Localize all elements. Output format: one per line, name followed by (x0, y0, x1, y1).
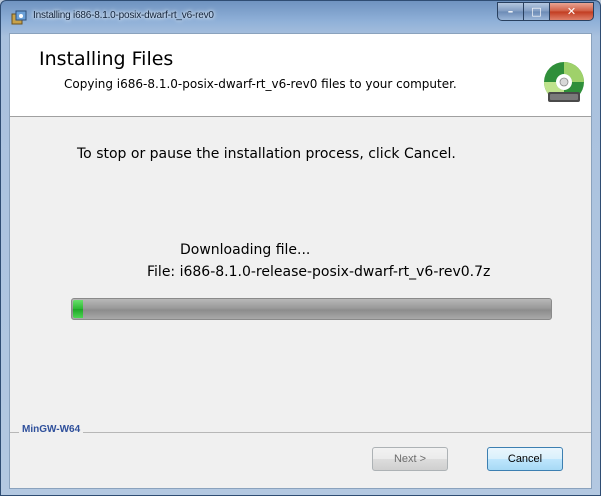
title-bar[interactable]: Installing i686-8.1.0-posix-dwarf-rt_v6-… (1, 1, 600, 33)
progress-bar-fill (73, 300, 83, 318)
page-title: Installing Files (39, 48, 174, 70)
window-title: Installing i686-8.1.0-posix-dwarf-rt_v6-… (33, 10, 214, 21)
next-button[interactable]: Next > (372, 447, 448, 471)
download-file-name: File: i686-8.1.0-release-posix-dwarf-rt_… (147, 264, 491, 280)
brand-divider (10, 432, 591, 433)
installer-disc-icon (544, 62, 584, 102)
installer-app-icon (11, 10, 27, 25)
progress-bar (71, 298, 552, 320)
installer-window: Installing i686-8.1.0-posix-dwarf-rt_v6-… (0, 0, 601, 496)
caption-buttons: – □ ✕ (497, 2, 594, 22)
dialog-client-area: Installing Files Copying i686-8.1.0-posi… (9, 33, 592, 489)
minimize-button[interactable]: – (497, 2, 524, 21)
download-status: Downloading file... (180, 242, 311, 258)
instruction-text: To stop or pause the installation proces… (77, 146, 456, 162)
close-button[interactable]: ✕ (550, 2, 594, 21)
maximize-button[interactable]: □ (524, 2, 550, 21)
brand-label: MinGW-W64 (19, 424, 84, 435)
dialog-header: Installing Files Copying i686-8.1.0-posi… (10, 34, 591, 117)
cancel-button[interactable]: Cancel (487, 447, 563, 471)
page-subtitle: Copying i686-8.1.0-posix-dwarf-rt_v6-rev… (64, 77, 457, 91)
